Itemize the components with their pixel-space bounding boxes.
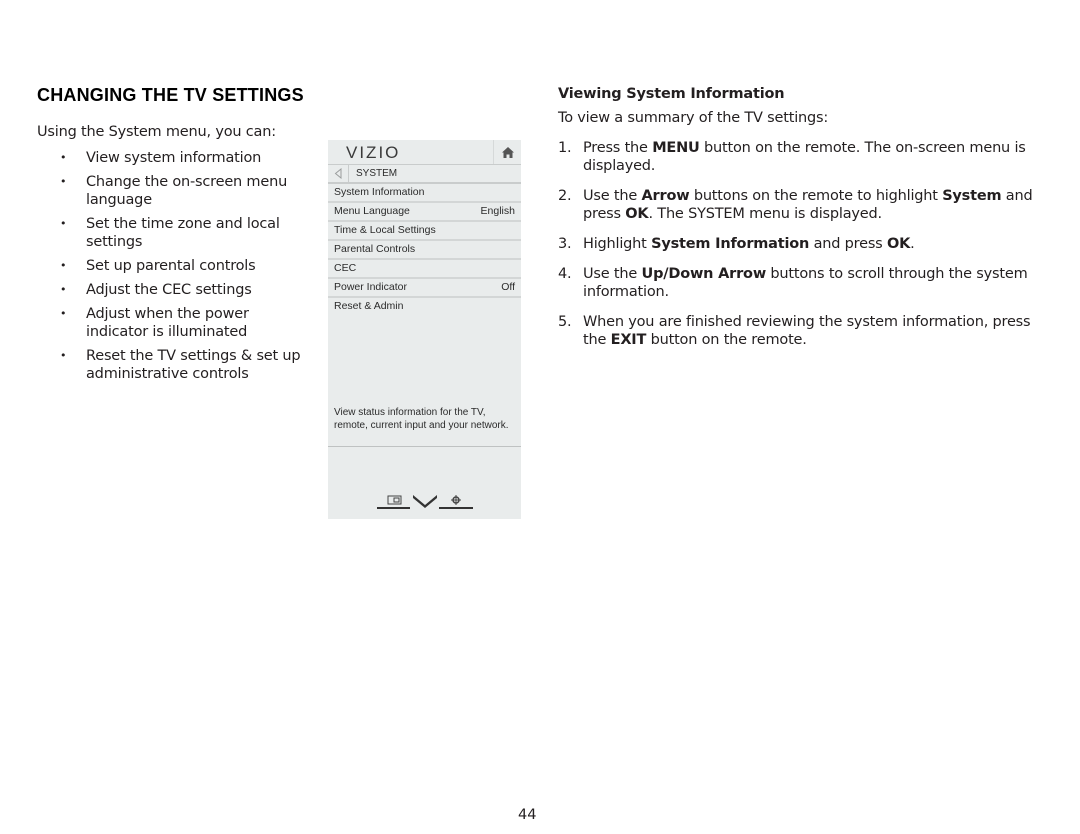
step-text: When you are finished reviewing the syst…: [583, 314, 1031, 348]
back-arrow-icon: [328, 165, 349, 182]
tv-menu-item-label: Time & Local Settings: [334, 224, 436, 236]
page-title: CHANGING THE TV SETTINGS: [37, 85, 304, 105]
tv-menu-item-label: Menu Language: [334, 205, 410, 217]
feature-list-item-text: View system information: [86, 150, 262, 166]
feature-list-item-text: Set the time zone and local settings: [86, 216, 280, 250]
vizio-logo: VIZIO: [346, 143, 401, 162]
step-number: 4.: [558, 266, 572, 282]
step-text-segment: .: [910, 236, 915, 252]
gear-icon: [439, 495, 473, 509]
feature-list-item: • Set the time zone and local settings: [60, 215, 310, 251]
step-text-segment: Press the: [583, 140, 653, 156]
feature-list-item: • Change the on-screen menu language: [60, 173, 310, 209]
bullet-icon: •: [60, 175, 67, 188]
step-number: 1.: [558, 140, 572, 156]
vizio-v-icon: [413, 495, 437, 508]
menu-item-description: View status information for the TV, remo…: [334, 407, 509, 431]
feature-list-item: • Set up parental controls: [60, 257, 310, 275]
step-text-segment: and press: [809, 236, 887, 252]
intro-text: Using the System menu, you can:: [37, 124, 276, 140]
feature-list-item: • View system information: [60, 149, 310, 167]
input-icon: [377, 495, 410, 509]
tv-menu-items: System Information Menu Language English Ti…: [328, 184, 521, 315]
tv-menu-item: Reset & Admin: [328, 298, 521, 315]
step-text-segment: Highlight: [583, 236, 652, 252]
step-item: 3. Highlight System Information and press…: [558, 235, 1048, 253]
tv-menu-footer: [377, 493, 473, 511]
bullet-icon: •: [60, 151, 67, 164]
step-number: 5.: [558, 314, 572, 330]
page-number: 44: [518, 807, 537, 823]
step-text-segment: . The SYSTEM menu is displayed.: [648, 206, 882, 222]
step-text-segment: Use the: [583, 266, 642, 282]
step-keyword: Up/Down Arrow: [641, 266, 767, 282]
step-keyword: System Information: [651, 236, 810, 252]
step-text-segment: buttons on the remote to highlight: [689, 188, 943, 204]
bullet-icon: •: [60, 283, 67, 296]
step-item: 4. Use the Up/Down Arrow buttons to scrol…: [558, 265, 1048, 301]
step-text: Highlight System Information and press O…: [583, 236, 915, 252]
section-intro: To view a summary of the TV settings:: [558, 110, 829, 126]
tv-menu-item: System Information: [328, 184, 521, 203]
step-item: 5. When you are finished reviewing the sy…: [558, 313, 1048, 349]
tv-menu-item-label: Power Indicator: [334, 281, 407, 293]
feature-list-item: • Adjust when the power indicator is illu…: [60, 305, 310, 341]
step-text-segment: Use the: [583, 188, 642, 204]
tv-menu-item: Parental Controls: [328, 241, 521, 260]
bullet-icon: •: [60, 307, 67, 320]
tv-menu-item-label: System Information: [334, 186, 425, 198]
feature-list: • View system information • Change the on-s…: [60, 149, 310, 389]
step-text: Use the Up/Down Arrow buttons to scroll …: [583, 266, 1028, 300]
feature-list-item-text: Adjust when the power indicator is illum…: [86, 306, 249, 340]
tv-menu-screenshot: VIZIO SYSTEM System Information Menu Lang…: [328, 140, 521, 519]
divider: [328, 446, 521, 447]
step-item: 2. Use the Arrow buttons on the remote to…: [558, 187, 1048, 223]
bullet-icon: •: [60, 259, 67, 272]
tv-submenu-header: SYSTEM: [328, 165, 521, 184]
step-keyword: OK: [625, 206, 649, 222]
tv-menu-item-label: Reset & Admin: [334, 300, 404, 312]
tv-menu-header: VIZIO: [328, 140, 521, 165]
step-keyword: MENU: [652, 140, 700, 156]
feature-list-item: • Adjust the CEC settings: [60, 281, 310, 299]
bullet-icon: •: [60, 217, 67, 230]
step-item: 1. Press the MENU button on the remote. T…: [558, 139, 1048, 175]
feature-list-item-text: Adjust the CEC settings: [86, 282, 252, 298]
step-text: Press the MENU button on the remote. The…: [583, 140, 1026, 174]
step-number: 3.: [558, 236, 572, 252]
tv-menu-item-value: Off: [501, 281, 515, 293]
step-text: Use the Arrow buttons on the remote to h…: [583, 188, 1033, 222]
tv-menu-item-label: Parental Controls: [334, 243, 416, 255]
bullet-icon: •: [60, 349, 67, 362]
step-text-segment: button on the remote.: [646, 332, 807, 348]
section-title: Viewing System Information: [558, 86, 785, 102]
submenu-title: SYSTEM: [356, 168, 398, 179]
feature-list-item-text: Change the on-screen menu language: [86, 174, 288, 208]
home-icon: [493, 140, 521, 164]
step-keyword: Arrow: [641, 188, 690, 204]
step-keyword: System: [942, 188, 1002, 204]
steps-list: 1. Press the MENU button on the remote. T…: [558, 139, 1048, 361]
tv-menu-item-value: English: [480, 205, 515, 217]
tv-menu-item: CEC: [328, 260, 521, 279]
tv-menu-item: Time & Local Settings: [328, 222, 521, 241]
feature-list-item: • Reset the TV settings & set up administ…: [60, 347, 310, 383]
tv-menu-item-label: CEC: [334, 262, 357, 274]
tv-menu-item: Menu Language English: [328, 203, 521, 222]
feature-list-item-text: Reset the TV settings & set up administr…: [86, 348, 301, 382]
step-keyword: OK: [886, 236, 911, 252]
step-keyword: EXIT: [610, 332, 647, 348]
feature-list-item-text: Set up parental controls: [86, 258, 256, 274]
tv-menu-item: Power Indicator Off: [328, 279, 521, 298]
step-number: 2.: [558, 188, 572, 204]
